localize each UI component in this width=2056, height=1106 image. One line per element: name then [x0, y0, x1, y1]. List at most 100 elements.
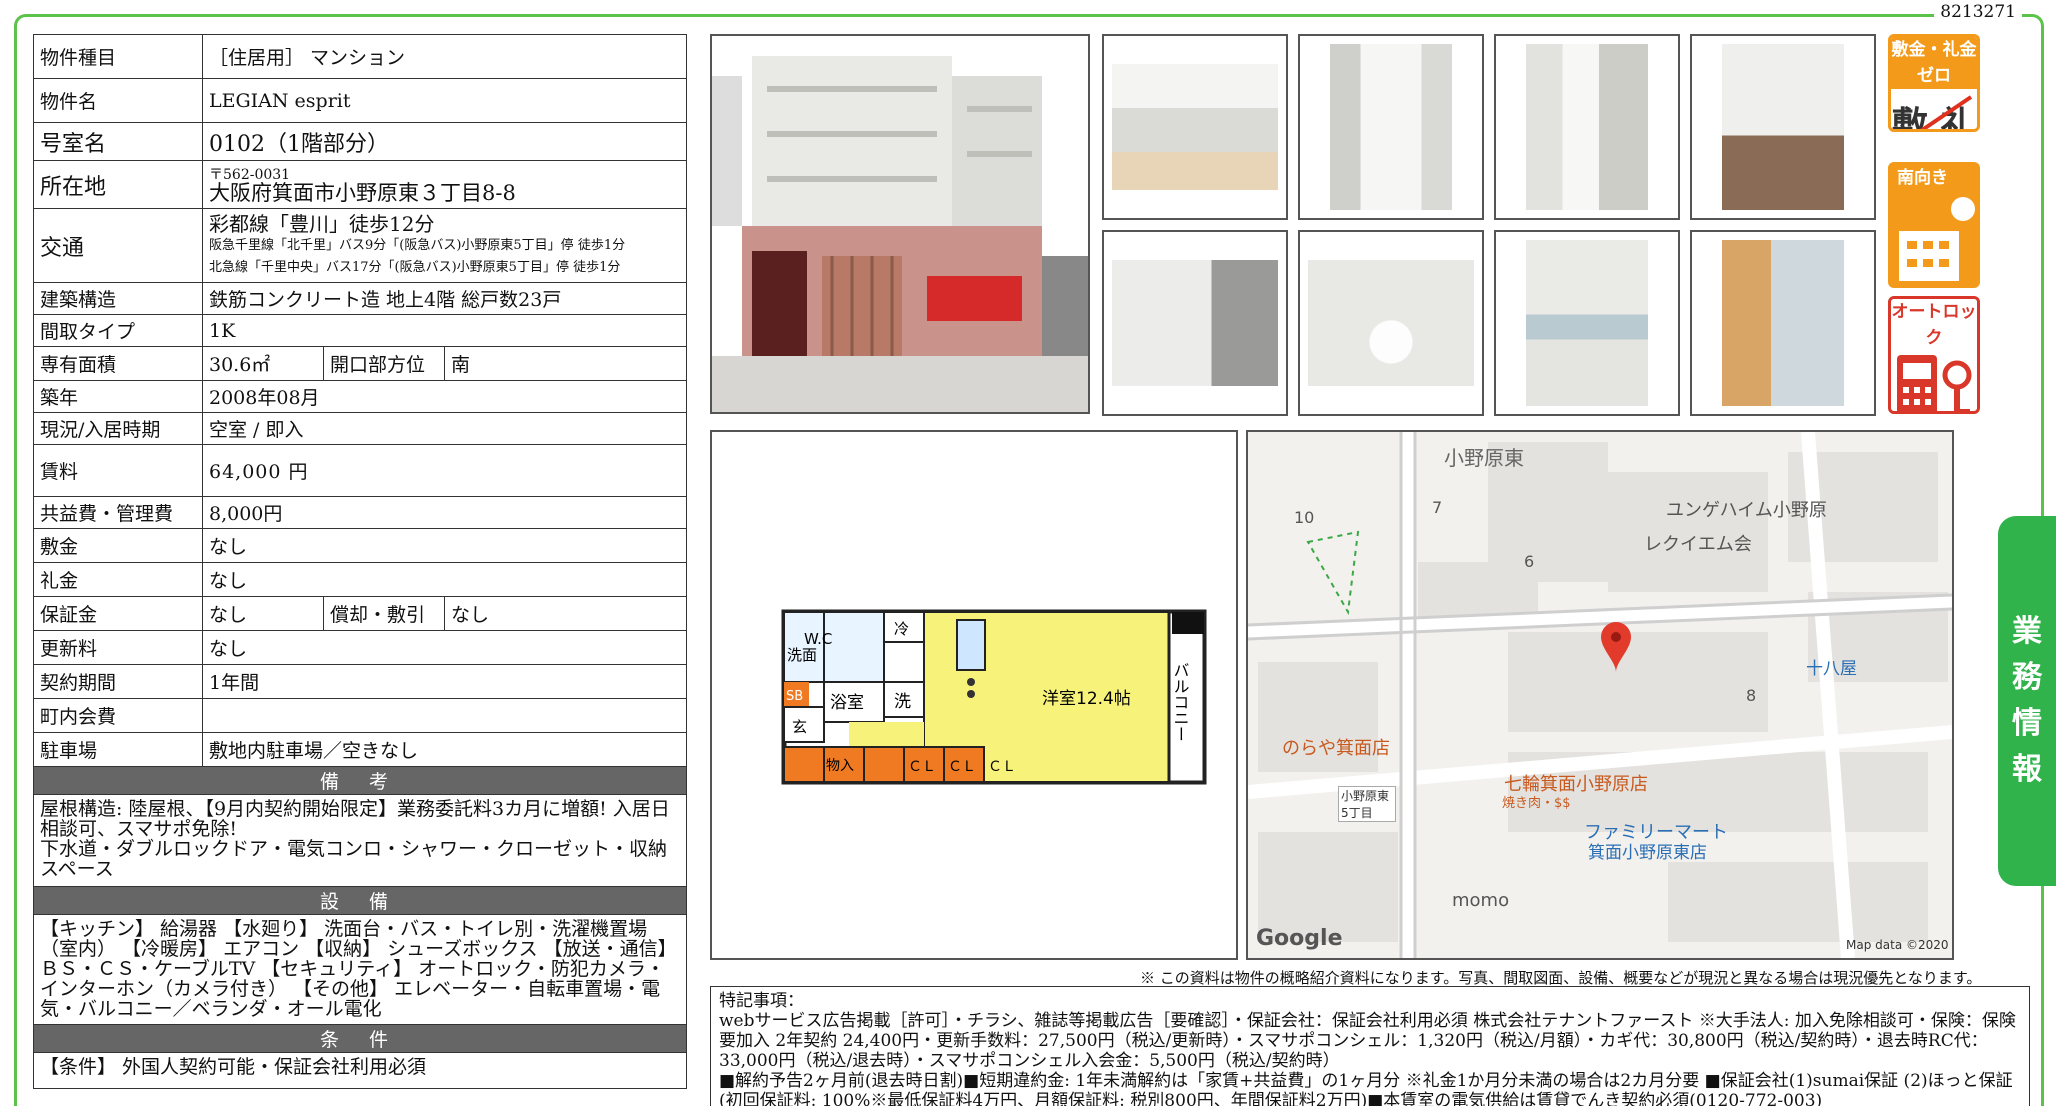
badge-no-deposit-title: 敷金・礼金ゼロ — [1891, 37, 1977, 89]
access-sub2: 北急線「千里中央」バス17分「(阪急バス)小野原東5丁目」停 徒歩1分 — [209, 259, 621, 275]
structure-value: 鉄筋コンクリート造 地上4階 総戸数23戸 — [202, 282, 687, 315]
access-sub1: 阪急千里線「北千里」バス9分「(阪急バス)小野原東5丁目」停 徒歩1分 — [209, 237, 626, 253]
map-n7: 7 — [1432, 498, 1443, 517]
access-label: 交通 — [33, 208, 203, 283]
fee-label: 共益費・管理費 — [33, 496, 203, 529]
remarks-text2: 下水道・ダブルロックドア・電気コンロ・シャワー・クローゼット・収納スペース — [40, 838, 668, 880]
type-label: 物件種目 — [33, 34, 203, 79]
keymoney-label: 礼金 — [33, 562, 203, 597]
address-value: 大阪府箕面市小野原東３丁目8-8 — [209, 180, 516, 205]
area-label: 専有面積 — [33, 346, 203, 381]
map-area: 小野原東 — [1444, 446, 1524, 470]
status-label: 現況/入居時期 — [33, 412, 203, 445]
badge-no-deposit: 敷金・礼金ゼロ 敷 礼 — [1888, 34, 1980, 132]
fp-storage: 物入 — [826, 758, 854, 774]
side-tab-2: 務 — [2012, 660, 2042, 695]
amort-value: なし — [444, 596, 687, 631]
map-poi3: 十八屋 — [1806, 659, 1857, 679]
fp-cl3: ＣＬ — [988, 759, 1016, 775]
room-label: 号室名 — [33, 122, 203, 161]
property-table: 物件種目 ［住居用］ マンション 物件名 LEGIAN esprit 号室名 0102… — [33, 34, 687, 1089]
fp-cl2: ＣＬ — [948, 759, 976, 775]
room-value: 0102（1階部分） — [202, 122, 687, 161]
map-poi5b: 焼き肉・$$ — [1502, 796, 1571, 811]
map-data: Map data ©2020 — [1846, 938, 1949, 952]
status-value: 空室 / 即入 — [202, 412, 687, 445]
photo-thumb-kitchen[interactable] — [1690, 34, 1876, 220]
side-tab-1: 業 — [2012, 614, 2042, 649]
built-value: 2008年08月 — [202, 380, 687, 413]
map-poi4: のらや箕面店 — [1282, 738, 1390, 759]
direction-value: 南 — [444, 346, 687, 381]
structure-label: 建築構造 — [33, 282, 203, 315]
equipment-text: 【キッチン】 給湯器 【水廻り】 洗面台・バス・トイレ別・洗濯機置場（室内） 【… — [33, 914, 687, 1025]
parking-label: 駐車場 — [33, 732, 203, 767]
conditions-text: 【条件】 外国人契約可能・保証会社利用必須 — [33, 1052, 687, 1089]
deposit-value: なし — [202, 528, 687, 563]
fp-room: 洋室12.4帖 — [1042, 689, 1131, 709]
map-stop: 小野原東5丁目 — [1338, 786, 1396, 822]
map-n10: 10 — [1294, 508, 1315, 527]
fp-sb: SB — [786, 689, 803, 704]
remarks-title: 備 考 — [33, 766, 687, 795]
badge-autolock-title: オートロック — [1891, 299, 1977, 351]
side-tab-4: 報 — [2012, 752, 2042, 787]
side-tab[interactable]: 業 務 情 報 — [1998, 516, 2056, 886]
building-illustration — [712, 36, 1088, 412]
building-photo[interactable] — [710, 34, 1090, 414]
address-label: 所在地 — [33, 160, 203, 209]
photo-thumb-hall[interactable] — [1494, 34, 1680, 220]
badge-south-title: 南向き — [1891, 165, 1977, 191]
special-line2: ■解約予告2ヶ月前(退去時日割)■短期違約金: 1年未満解約は「家賃+共益費」の… — [719, 1071, 2013, 1106]
side-tab-3: 情 — [2012, 706, 2042, 741]
map-n6: 6 — [1524, 552, 1535, 571]
amort-label: 償却・敷引 — [323, 596, 445, 631]
fp-balcony: バルコニー — [1171, 662, 1190, 742]
deposit-label: 敷金 — [33, 528, 203, 563]
conditions-title: 条 件 — [33, 1024, 687, 1053]
map-google: Google — [1256, 926, 1343, 951]
built-label: 築年 — [33, 380, 203, 413]
fp-fridge: 冷 — [894, 620, 909, 638]
direction-label: 開口部方位 — [323, 346, 445, 381]
access-main: 彩都線「豊川」徒歩12分 — [209, 211, 435, 236]
location-map[interactable]: 小野原東 10 7 6 8 ユンゲハイム小野原 レクイエム会 十八屋 のらや箕面… — [1246, 430, 1954, 960]
layout-label: 間取タイプ — [33, 314, 203, 347]
rent-label: 賃料 — [33, 444, 203, 497]
floorplan[interactable]: 洗面 W.C SB 玄 浴室 洗 冷 洋室12.4帖 バルコニー 物入 ＣＬ Ｃ… — [710, 430, 1238, 960]
fp-cl1: ＣＬ — [908, 759, 936, 775]
guarantee-value: なし — [202, 596, 324, 631]
fp-laundry: 洗 — [894, 692, 911, 712]
fp-sen: 洗面 — [787, 646, 817, 664]
rent-value: 64,000 円 — [202, 444, 687, 497]
type-value: ［住居用］ マンション — [202, 34, 687, 79]
badge-south-facing: 南向き — [1888, 162, 1980, 288]
period-label: 契約期間 — [33, 664, 203, 699]
special-title: 特記事項： — [719, 991, 804, 1011]
map-poi2: レクイエム会 — [1644, 534, 1752, 555]
guarantee-label: 保証金 — [33, 596, 203, 631]
map-poi6b: 箕面小野原東店 — [1588, 843, 1707, 863]
map-poi1: ユンゲハイム小野原 — [1666, 500, 1827, 521]
photo-thumb-toilet[interactable] — [1298, 230, 1484, 416]
renewal-label: 更新料 — [33, 630, 203, 665]
sun-house-icon — [1899, 197, 1975, 281]
remarks-text1: 屋根構造: 陸屋根、【9月内契約開始限定】業務委託料3カ月に増額! 入居日相談可… — [40, 798, 670, 840]
parking-value: 敷地内駐車場／空きなし — [202, 732, 687, 767]
photo-thumb-room[interactable] — [1102, 34, 1288, 220]
renewal-value: なし — [202, 630, 687, 665]
name-value: LEGIAN esprit — [202, 78, 687, 123]
fp-bath: 浴室 — [830, 693, 864, 713]
lock-key-icon — [1897, 355, 1972, 411]
badge-autolock: オートロック — [1888, 296, 1980, 414]
area-value: 30.6㎡ — [202, 346, 324, 381]
photo-thumb-bath[interactable] — [1102, 230, 1288, 416]
disclaimer: ※ この資料は物件の概略紹介資料になります。写真、間取図面、設備、概要などが現況… — [1140, 969, 1982, 987]
photo-thumb-corridor[interactable] — [1298, 34, 1484, 220]
town-value — [202, 698, 687, 733]
name-label: 物件名 — [33, 78, 203, 123]
photo-thumb-washroom[interactable] — [1494, 230, 1680, 416]
photo-thumb-balcony[interactable] — [1690, 230, 1876, 416]
map-n8: 8 — [1746, 686, 1757, 705]
town-label: 町内会費 — [33, 698, 203, 733]
